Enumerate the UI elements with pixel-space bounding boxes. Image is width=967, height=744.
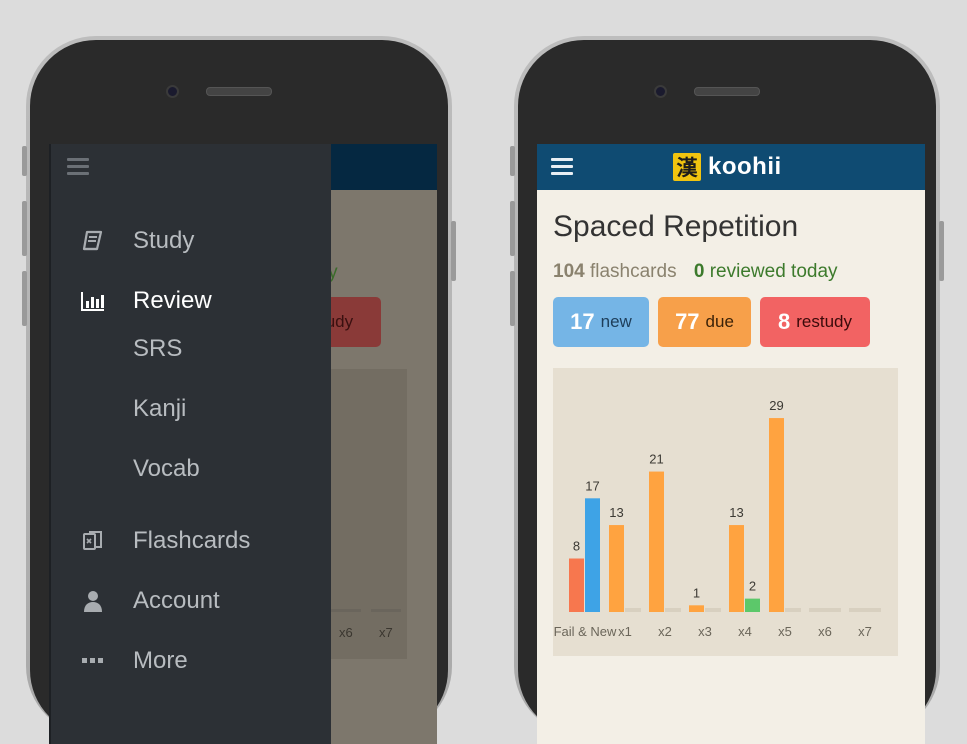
chart-bar	[649, 471, 664, 612]
screen-left: day tudy x6 x7 Study	[49, 144, 437, 744]
chart-bar-empty	[625, 608, 641, 612]
nav-subitem-srs[interactable]: SRS	[133, 335, 182, 363]
nav-item-label: Account	[133, 587, 220, 614]
phone-left-body: day tudy x6 x7 Study	[30, 40, 448, 744]
chart-bar	[585, 498, 600, 612]
nav-subitem-vocab[interactable]: Vocab	[133, 455, 200, 483]
x-tick-label: x5	[778, 624, 792, 639]
chart-value-label: 17	[585, 478, 599, 493]
nav-item-more[interactable]: More	[51, 641, 331, 681]
chart-value-label: 21	[649, 452, 663, 467]
chart-bar	[331, 609, 361, 612]
user-icon	[79, 587, 107, 615]
koohii-logo[interactable]: 漢 koohii	[673, 153, 782, 181]
book-icon	[79, 227, 107, 255]
chart-bar	[569, 558, 584, 612]
chart-bar	[689, 605, 704, 612]
chart-value-label: 13	[609, 505, 623, 520]
chart-bar-empty	[785, 608, 801, 612]
chart-bar	[729, 525, 744, 612]
chart-bar	[769, 418, 784, 612]
x-tick-label: x3	[698, 624, 712, 639]
restudy-label: restudy	[796, 312, 852, 331]
page-title: Spaced Repetition	[553, 210, 799, 243]
chart-value-label: 8	[573, 539, 580, 554]
restudy-count: 8	[778, 309, 791, 334]
header-bar: 漢 koohii	[537, 144, 925, 190]
chart-bar	[609, 525, 624, 612]
restudy-cards-button[interactable]: 8 restudy	[760, 297, 870, 347]
due-label: due	[705, 312, 734, 331]
new-cards-button[interactable]: 17 new	[553, 297, 649, 347]
new-count: 17	[570, 309, 595, 334]
chart-value-label: 13	[729, 505, 743, 520]
camera	[654, 85, 667, 98]
nav-item-flashcards[interactable]: Flashcards	[51, 521, 331, 561]
chart-value-label: 2	[749, 579, 756, 594]
x-tick-label: x6	[818, 624, 832, 639]
nav-item-label: Study	[133, 227, 195, 254]
speaker	[206, 87, 272, 96]
speaker	[694, 87, 760, 96]
chart-bar	[745, 598, 760, 612]
flashcard-count: 104	[553, 261, 585, 282]
screen-right: 漢 koohii Spaced Repetition 104 flashcard…	[537, 144, 925, 744]
x-tick-label: x7	[379, 625, 393, 640]
reviewed-label: reviewed today	[709, 261, 838, 282]
chart-bar-empty	[809, 608, 841, 612]
due-count: 77	[675, 309, 700, 334]
phone-right: 漢 koohii Spaced Repetition 104 flashcard…	[510, 36, 944, 744]
nav-drawer: Study Review SRS Kanji Vocab Flashcards	[49, 144, 331, 744]
x-tick-label: x2	[658, 624, 672, 639]
cards-icon	[79, 527, 107, 555]
nav-item-review[interactable]: Review	[51, 281, 331, 321]
chart-bar-empty	[705, 608, 721, 612]
reviewed-count: 0	[693, 261, 705, 282]
srs-bar-chart: 8 17 Fail & New 13 x1 21 x2 1 x3 13 2 x4 29 x5 x6 x7	[554, 398, 881, 639]
flashcard-label: flashcards	[589, 261, 677, 282]
x-tick-label: x1	[618, 624, 632, 639]
srs-chart-panel: 8 17 Fail & New 13 x1 21 x2 1 x3 13 2 x4 29 x5 x6 x7	[553, 368, 898, 656]
bar-chart-icon	[79, 287, 107, 315]
nav-item-study[interactable]: Study	[51, 221, 331, 261]
x-tick-label: x4	[738, 624, 752, 639]
phone-left: day tudy x6 x7 Study	[22, 36, 456, 744]
chart-value-label: 1	[693, 585, 700, 600]
stats-line: 104 flashcards 0 reviewed today	[553, 261, 838, 283]
nav-item-label: Flashcards	[133, 527, 251, 554]
nav-item-label: Review	[133, 287, 212, 314]
x-tick-label: x6	[339, 625, 353, 640]
nav-item-account[interactable]: Account	[51, 581, 331, 621]
phone-right-body: 漢 koohii Spaced Repetition 104 flashcard…	[518, 40, 936, 744]
logo-kanji-icon: 漢	[673, 153, 701, 181]
chart-bar	[371, 609, 401, 612]
chart-value-label: 29	[769, 398, 783, 413]
hamburger-menu-icon[interactable]	[551, 158, 573, 179]
due-cards-button[interactable]: 77 due	[658, 297, 751, 347]
camera	[166, 85, 179, 98]
logo-text: koohii	[708, 153, 782, 180]
nav-subitem-kanji[interactable]: Kanji	[133, 395, 186, 423]
chart-bar-empty	[665, 608, 681, 612]
new-label: new	[600, 312, 632, 331]
x-tick-label: Fail & New	[554, 624, 617, 639]
x-tick-label: x7	[858, 624, 872, 639]
chart-bar-empty	[849, 608, 881, 612]
hamburger-menu-icon[interactable]	[67, 158, 89, 179]
